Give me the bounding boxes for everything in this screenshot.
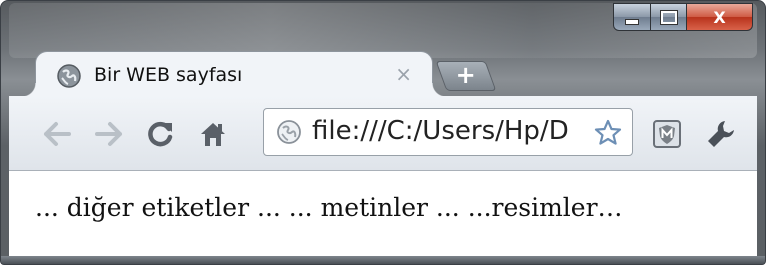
tab-active[interactable]: Bir WEB sayfası × (22, 51, 446, 97)
plus-icon: + (455, 61, 476, 89)
back-button[interactable] (37, 114, 77, 154)
maximize-button[interactable] (651, 3, 687, 31)
window-bottom-border (1, 256, 765, 264)
reload-button[interactable] (141, 114, 181, 154)
address-bar[interactable]: file:///C:/Users/Hp/D (263, 108, 633, 156)
close-window-button[interactable]: X (687, 3, 753, 31)
minimize-icon (625, 19, 639, 25)
wrench-icon (708, 121, 734, 147)
maximize-icon (660, 10, 677, 24)
back-arrow-icon (44, 122, 71, 146)
shield-m-icon (653, 120, 681, 148)
close-icon: X (713, 7, 726, 27)
tab-title: Bir WEB sayfası (94, 64, 243, 86)
minimize-button[interactable] (613, 3, 651, 31)
extension-button[interactable] (647, 114, 687, 154)
window-controls: X (613, 3, 753, 31)
page-globe-icon (277, 120, 301, 144)
forward-arrow-icon (95, 122, 122, 146)
bookmark-star-button[interactable] (588, 113, 628, 153)
new-tab-button[interactable]: + (435, 61, 497, 91)
body-text: ... diğer etiketler ... ... metinler ...… (35, 193, 623, 222)
settings-button[interactable] (701, 114, 741, 154)
toolbar: file:///C:/Users/Hp/D (9, 96, 757, 171)
home-button[interactable] (193, 114, 233, 154)
reload-icon (148, 121, 173, 147)
globe-icon (57, 64, 81, 88)
browser-window: X Bir WEB sayfası × + file:///C:/Users/H… (0, 0, 766, 265)
forward-button[interactable] (89, 114, 129, 154)
url-text: file:///C:/Users/Hp/D (312, 116, 569, 146)
star-icon (594, 119, 622, 145)
home-icon (201, 123, 225, 146)
page-content: ... diğer etiketler ... ... metinler ...… (9, 171, 757, 257)
tab-close-button[interactable]: × (395, 62, 412, 86)
